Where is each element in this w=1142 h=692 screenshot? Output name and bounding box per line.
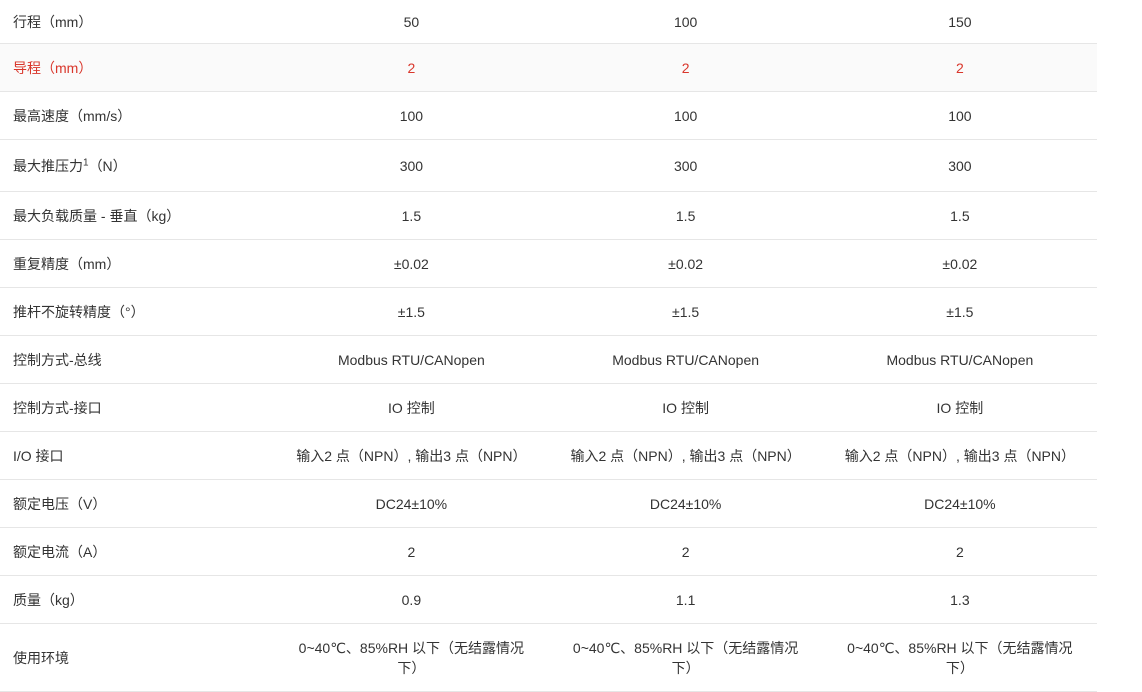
row-label: 最高速度（mm/s）: [0, 91, 275, 140]
cell-value: 300: [822, 139, 1097, 192]
row-label: 最大负载质量 - 垂直（kg）: [0, 191, 275, 240]
table-row-stroke: 行程（mm） 50 100 150: [0, 0, 1097, 44]
table-row-environment: 使用环境 0~40℃、85%RH 以下（无结露情况下） 0~40℃、85%RH …: [0, 623, 1097, 692]
table-row-control-bus: 控制方式-总线 Modbus RTU/CANopen Modbus RTU/CA…: [0, 335, 1097, 384]
cell-value: 1.5: [274, 191, 549, 240]
cell-value: Modbus RTU/CANopen: [822, 335, 1097, 384]
cell-value: IO 控制: [274, 383, 549, 432]
table-row-io-interface: I/O 接口 输入2 点（NPN）, 输出3 点（NPN） 输入2 点（NPN）…: [0, 431, 1097, 480]
row-label: 推杆不旋转精度（°）: [0, 287, 275, 336]
cell-value: ±0.02: [274, 239, 549, 288]
spec-table: 行程（mm） 50 100 150 导程（mm） 2 2 2 最高速度（mm/s…: [0, 0, 1097, 692]
cell-value: 100: [548, 91, 823, 140]
cell-value: Modbus RTU/CANopen: [274, 335, 549, 384]
cell-value: 300: [274, 139, 549, 192]
table-row-rated-current: 额定电流（A） 2 2 2: [0, 527, 1097, 576]
cell-value: 1.1: [548, 575, 823, 624]
cell-value: 50: [274, 0, 549, 44]
cell-value: ±1.5: [822, 287, 1097, 336]
table-row-lead: 导程（mm） 2 2 2: [0, 43, 1097, 92]
cell-value: DC24±10%: [548, 479, 823, 528]
row-label: I/O 接口: [0, 431, 275, 480]
cell-value: ±1.5: [274, 287, 549, 336]
cell-value: 2: [274, 527, 549, 576]
table-row-rod-nonrotation: 推杆不旋转精度（°） ±1.5 ±1.5 ±1.5: [0, 287, 1097, 336]
row-label: 控制方式-总线: [0, 335, 275, 384]
cell-value: 150: [822, 0, 1097, 44]
table-row-max-load-vertical: 最大负载质量 - 垂直（kg） 1.5 1.5 1.5: [0, 191, 1097, 240]
row-label: 重复精度（mm）: [0, 239, 275, 288]
cell-value: IO 控制: [822, 383, 1097, 432]
table-row-max-push-force: 最大推压力1（N） 300 300 300: [0, 139, 1097, 192]
row-label: 使用环境: [0, 623, 275, 692]
cell-value: 2: [548, 43, 823, 92]
cell-value: 100: [548, 0, 823, 44]
cell-value: 100: [274, 91, 549, 140]
row-label-text: 最大推压力: [13, 157, 83, 174]
cell-value: 1.5: [548, 191, 823, 240]
row-label-unit: （N）: [88, 157, 127, 174]
row-label: 额定电流（A）: [0, 527, 275, 576]
cell-value: 2: [548, 527, 823, 576]
cell-value: 1.3: [822, 575, 1097, 624]
row-label: 最大推压力1（N）: [0, 139, 275, 192]
cell-value: ±1.5: [548, 287, 823, 336]
cell-value: 2: [822, 527, 1097, 576]
cell-value: DC24±10%: [274, 479, 549, 528]
cell-value: DC24±10%: [822, 479, 1097, 528]
table-row-max-speed: 最高速度（mm/s） 100 100 100: [0, 91, 1097, 140]
cell-value: 0~40℃、85%RH 以下（无结露情况下）: [822, 623, 1097, 692]
row-label: 导程（mm）: [0, 43, 275, 92]
cell-value: ±0.02: [822, 239, 1097, 288]
row-label: 质量（kg）: [0, 575, 275, 624]
cell-value: 100: [822, 91, 1097, 140]
row-label: 控制方式-接口: [0, 383, 275, 432]
cell-value: 300: [548, 139, 823, 192]
cell-value: 0~40℃、85%RH 以下（无结露情况下）: [274, 623, 549, 692]
table-row-repeatability: 重复精度（mm） ±0.02 ±0.02 ±0.02: [0, 239, 1097, 288]
cell-value: 0.9: [274, 575, 549, 624]
cell-value: 输入2 点（NPN）, 输出3 点（NPN）: [822, 431, 1097, 480]
cell-value: 2: [274, 43, 549, 92]
cell-value: ±0.02: [548, 239, 823, 288]
cell-value: 1.5: [822, 191, 1097, 240]
row-label: 额定电压（V）: [0, 479, 275, 528]
cell-value: IO 控制: [548, 383, 823, 432]
cell-value: Modbus RTU/CANopen: [548, 335, 823, 384]
row-label: 行程（mm）: [0, 0, 275, 44]
cell-value: 输入2 点（NPN）, 输出3 点（NPN）: [548, 431, 823, 480]
cell-value: 输入2 点（NPN）, 输出3 点（NPN）: [274, 431, 549, 480]
cell-value: 2: [822, 43, 1097, 92]
table-row-rated-voltage: 额定电压（V） DC24±10% DC24±10% DC24±10%: [0, 479, 1097, 528]
table-row-mass: 质量（kg） 0.9 1.1 1.3: [0, 575, 1097, 624]
cell-value: 0~40℃、85%RH 以下（无结露情况下）: [548, 623, 823, 692]
table-row-control-interface: 控制方式-接口 IO 控制 IO 控制 IO 控制: [0, 383, 1097, 432]
